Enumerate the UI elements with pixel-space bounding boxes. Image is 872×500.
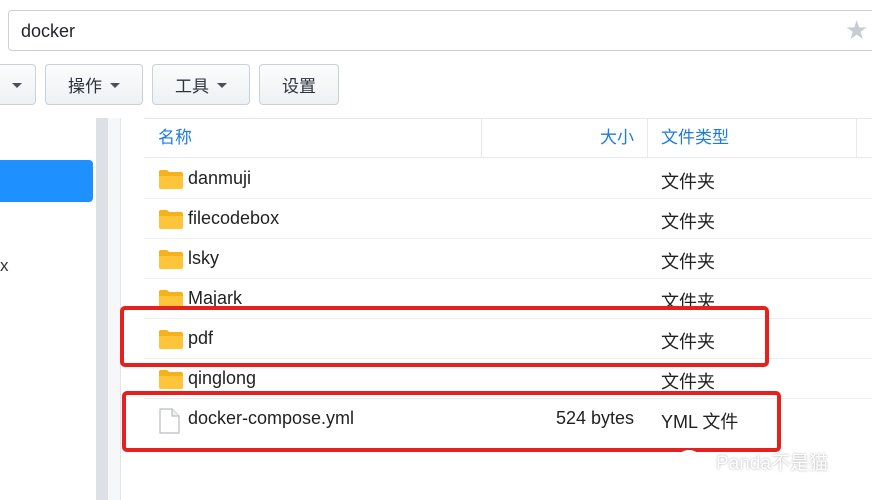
sidebar: x <box>0 118 96 500</box>
column-separator[interactable] <box>647 119 648 157</box>
column-header-size[interactable]: 大小 <box>600 119 634 157</box>
folder-icon <box>158 168 184 195</box>
settings-button-label: 设置 <box>282 77 316 96</box>
caret-down-icon <box>12 83 22 88</box>
table-row[interactable]: danmuji 文件夹 <box>144 159 872 199</box>
table-row[interactable]: lsky 文件夹 <box>144 239 872 279</box>
star-icon[interactable]: ★ <box>845 17 868 43</box>
watermark-text: Panda不是猫 <box>716 453 828 474</box>
file-type: 文件夹 <box>661 252 715 272</box>
pane-scrollbar[interactable] <box>96 118 108 500</box>
folder-icon <box>158 248 184 275</box>
highlight-box <box>122 391 781 452</box>
actions-button-label: 操作 <box>68 77 102 96</box>
toolbar-dropdown-button[interactable] <box>0 64 36 105</box>
tools-button-label: 工具 <box>175 77 209 96</box>
sidebar-item-selected[interactable] <box>0 160 93 202</box>
column-separator[interactable] <box>856 119 857 157</box>
wechat-icon <box>677 449 709 474</box>
tools-button[interactable]: 工具 <box>152 64 250 105</box>
actions-button[interactable]: 操作 <box>45 64 143 105</box>
path-bar[interactable]: docker ★ <box>8 10 872 51</box>
pane-divider[interactable] <box>108 118 120 500</box>
file-type: 文件夹 <box>661 212 715 232</box>
highlight-box <box>120 306 769 367</box>
table-row[interactable]: filecodebox 文件夹 <box>144 199 872 239</box>
file-name: danmuji <box>188 168 252 188</box>
file-name: lsky <box>188 248 219 268</box>
folder-icon <box>158 208 184 235</box>
sidebar-item-label[interactable]: x <box>0 256 9 276</box>
caret-down-icon <box>110 83 120 88</box>
table-header: 名称 大小 文件类型 <box>144 118 872 158</box>
column-separator[interactable] <box>481 119 482 157</box>
file-name: qinglong <box>188 368 257 388</box>
column-header-name[interactable]: 名称 <box>158 119 192 157</box>
caret-down-icon <box>217 83 227 88</box>
settings-button[interactable]: 设置 <box>259 64 339 105</box>
file-name: filecodebox <box>188 208 280 228</box>
file-type: 文件夹 <box>661 172 715 192</box>
path-text: docker <box>21 21 76 41</box>
watermark: Panda不是猫 <box>676 448 828 475</box>
column-header-type[interactable]: 文件类型 <box>661 119 729 157</box>
